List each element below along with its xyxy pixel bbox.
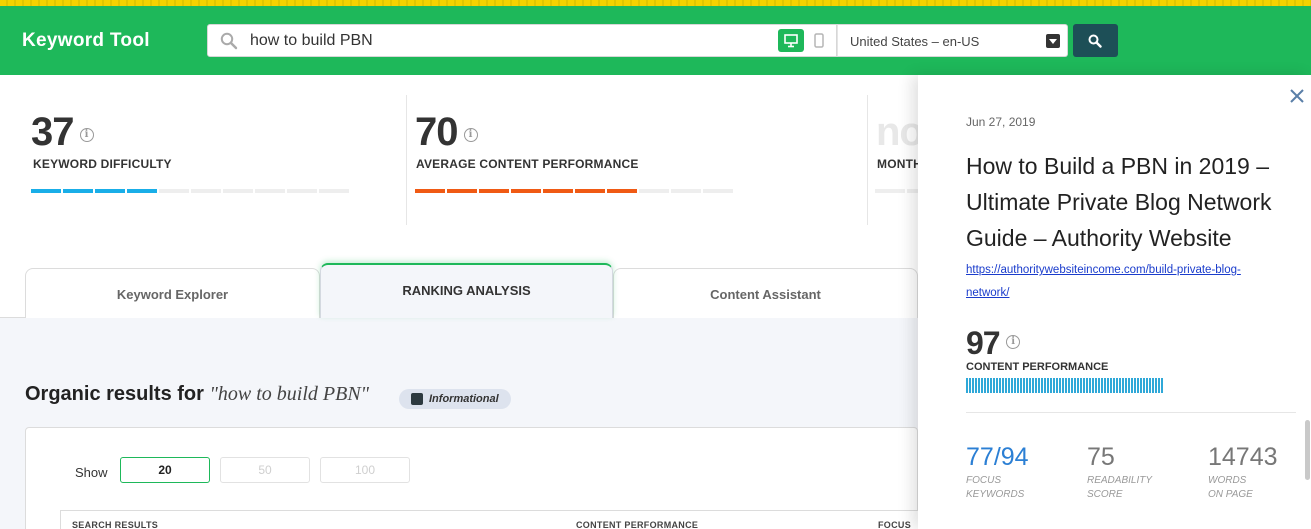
result-url-link[interactable]: https://authoritywebsiteincome.com/build… <box>966 259 1266 305</box>
bar-segment <box>575 189 605 193</box>
bar-segment <box>63 189 93 193</box>
info-icon[interactable]: i <box>79 127 94 142</box>
intent-label: Informational <box>429 393 499 405</box>
metric-label: ON PAGE <box>1208 489 1253 500</box>
avg-content-performance-stat: 70 i <box>415 110 478 155</box>
info-icon[interactable]: i <box>1005 334 1020 349</box>
show-50-button[interactable]: 50 <box>220 457 310 483</box>
metric-label: READABILITY <box>1087 475 1153 486</box>
organic-results-heading: Organic results for "how to build PBN" <box>25 383 369 406</box>
keyword-difficulty-stat: 37 i <box>31 110 94 155</box>
tab-keyword-explorer[interactable]: Keyword Explorer <box>25 268 320 318</box>
focus-keywords-total: /94 <box>993 443 1029 471</box>
bar-segment <box>639 189 669 193</box>
tab-content-assistant[interactable]: Content Assistant <box>613 268 918 318</box>
divider <box>966 412 1296 413</box>
bar-segment <box>875 189 905 193</box>
search-icon <box>220 32 238 50</box>
tab-label: Keyword Explorer <box>116 287 229 302</box>
column-header-content-performance[interactable]: CONTENT PERFORMANCE <box>576 520 698 529</box>
close-icon[interactable] <box>1288 87 1306 105</box>
bar-segment <box>543 189 573 193</box>
metric-label: WORDS <box>1208 475 1247 486</box>
column-header-search-results[interactable]: SEARCH RESULTS <box>72 520 158 529</box>
bar-segment <box>95 189 125 193</box>
readability-score-value: 75 <box>1087 443 1115 471</box>
keyword-difficulty-label: KEYWORD DIFFICULTY <box>33 157 172 171</box>
bar-segment <box>255 189 285 193</box>
show-100-button[interactable]: 100 <box>320 457 410 483</box>
bar-segment <box>159 189 189 193</box>
intent-badge: Informational <box>399 389 511 409</box>
content-performance-value: 97 <box>966 325 1001 361</box>
keyword-difficulty-value: 37 <box>31 110 74 154</box>
result-date: Jun 27, 2019 <box>966 115 1036 129</box>
bar-segment <box>447 189 477 193</box>
mobile-toggle-button[interactable] <box>808 29 830 52</box>
monthly-stat-value: no <box>876 110 924 154</box>
monthly-stat: no <box>876 110 924 155</box>
bar-segment <box>671 189 701 193</box>
locale-value: United States – en-US <box>850 34 980 49</box>
content-performance-bar <box>966 378 1164 393</box>
app-logo[interactable]: Keyword Tool <box>22 30 150 52</box>
search-query-text[interactable]: how to build PBN <box>250 32 373 50</box>
avg-content-performance-bar <box>415 189 733 193</box>
organic-title-text: Organic results for <box>25 383 204 405</box>
organic-query-text: "how to build PBN" <box>209 383 370 405</box>
bar-segment <box>415 189 445 193</box>
tab-label: RANKING ANALYSIS <box>402 283 531 298</box>
monthly-stat-label: MONTH <box>877 157 922 171</box>
desktop-icon <box>784 34 798 48</box>
content-performance-label: CONTENT PERFORMANCE <box>966 361 1109 373</box>
avg-content-performance-value: 70 <box>415 110 458 154</box>
info-icon[interactable]: i <box>463 127 478 142</box>
bar-segment <box>223 189 253 193</box>
metric-label: KEYWORDS <box>966 489 1025 500</box>
tab-label: Content Assistant <box>710 287 821 302</box>
results-table-header <box>60 510 918 529</box>
result-detail-panel: Jun 27, 2019 How to Build a PBN in 2019 … <box>918 75 1311 529</box>
show-label: Show <box>75 465 108 480</box>
panel-scrollbar[interactable] <box>1305 420 1310 480</box>
search-icon <box>1088 34 1102 48</box>
tab-ranking-analysis[interactable]: RANKING ANALYSIS <box>320 263 613 318</box>
readability-score-metric: 75 READABILITY SCORE <box>1087 443 1152 502</box>
bar-segment <box>287 189 317 193</box>
bar-segment <box>479 189 509 193</box>
column-header-focus[interactable]: FOCUS <box>878 520 911 529</box>
bar-segment <box>127 189 157 193</box>
avg-content-performance-label: AVERAGE CONTENT PERFORMANCE <box>416 157 639 171</box>
search-input[interactable]: how to build PBN <box>207 24 837 57</box>
result-url-line-2[interactable]: network/ <box>966 282 1266 305</box>
metric-label: SCORE <box>1087 489 1123 500</box>
bar-segment <box>607 189 637 193</box>
locale-select[interactable]: United States – en-US <box>837 24 1068 57</box>
search-submit-button[interactable] <box>1073 24 1118 57</box>
focus-keywords-metric: 77/94 FOCUS KEYWORDS <box>966 443 1029 502</box>
divider <box>406 95 407 225</box>
bar-segment <box>319 189 349 193</box>
divider <box>867 95 868 225</box>
intent-icon <box>411 393 423 405</box>
show-20-button[interactable]: 20 <box>120 457 210 483</box>
words-on-page-metric: 14743 WORDS ON PAGE <box>1208 443 1278 502</box>
bar-segment <box>191 189 221 193</box>
result-url-line-1[interactable]: https://authoritywebsiteincome.com/build… <box>966 259 1266 282</box>
mobile-icon <box>814 33 824 48</box>
words-on-page-value: 14743 <box>1208 443 1278 471</box>
bar-segment <box>703 189 733 193</box>
desktop-toggle-button[interactable] <box>778 29 804 52</box>
bar-segment <box>31 189 61 193</box>
metric-label: FOCUS <box>966 475 1001 486</box>
content-performance-score: 97 i <box>966 325 1020 362</box>
result-title: How to Build a PBN in 2019 – Ultimate Pr… <box>966 153 1272 251</box>
app-header: Keyword Tool how to build PBN United Sta… <box>0 6 1311 75</box>
chevron-down-icon <box>1046 34 1060 48</box>
keyword-difficulty-bar <box>31 189 349 193</box>
bar-segment <box>511 189 541 193</box>
focus-keywords-found: 77 <box>966 443 994 471</box>
